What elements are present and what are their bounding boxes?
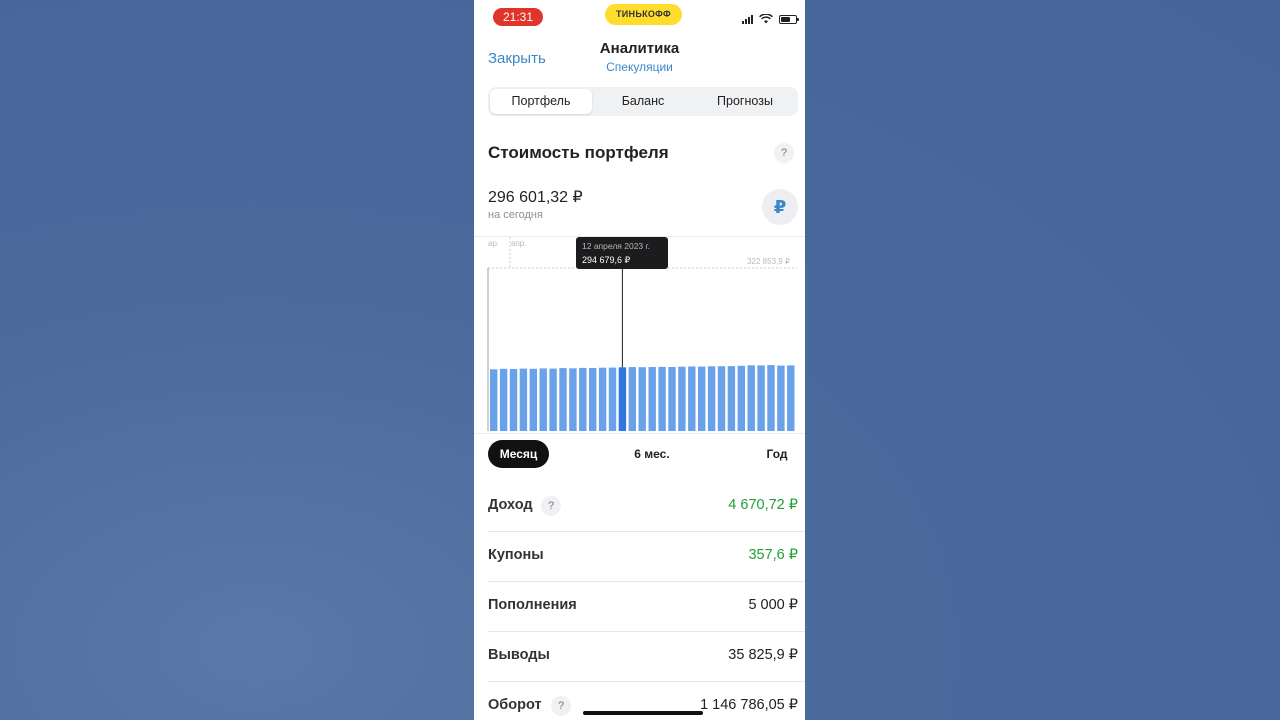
battery-icon [779, 14, 799, 24]
tooltip-value: 294 679,6 ₽ [582, 255, 631, 265]
help-icon[interactable]: ? [551, 696, 571, 716]
signal-icon [742, 14, 753, 24]
x-tick-label: ар. [488, 239, 499, 248]
page-subtitle[interactable]: Спекуляции [474, 60, 805, 74]
chart-bar [589, 368, 597, 431]
stat-row-withdrawals: Выводы 35 825,9 ₽ [488, 632, 805, 682]
chart-bar [678, 366, 686, 431]
portfolio-chart[interactable]: ар. апр. 322 853,9 ₽ 12 апреля 2023 г. 294… [474, 236, 805, 434]
status-icons [742, 13, 799, 25]
chart-bar [747, 365, 755, 431]
chart-bar [717, 366, 726, 431]
chart-bar [539, 368, 547, 431]
stat-label: Купоны [488, 547, 544, 563]
stat-row-coupons: Купоны 357,6 ₽ [488, 532, 805, 582]
portfolio-value: 296 601,32 ₽ [488, 189, 583, 206]
chart-bar [757, 365, 765, 431]
stat-value: 357,6 ₽ [748, 547, 798, 563]
wifi-icon [759, 14, 773, 24]
stat-row-deposits: Пополнения 5 000 ₽ [488, 582, 805, 632]
chart-tooltip: 12 апреля 2023 г. 294 679,6 ₽ [576, 237, 668, 269]
stat-label: Доход [488, 497, 533, 513]
chart-bar [787, 365, 795, 431]
chart-bar [509, 369, 518, 431]
page-title: Аналитика [599, 40, 680, 57]
chart-bar [579, 367, 587, 431]
chart-bar [668, 367, 676, 431]
chart-bar [638, 367, 646, 431]
chart-bar [737, 365, 745, 431]
chart-bar [559, 368, 567, 431]
tab-portfolio[interactable]: Портфель [490, 89, 592, 114]
stat-label: Выводы [488, 647, 550, 663]
chart-bar [628, 367, 636, 431]
max-value-label: 322 853,9 ₽ [747, 257, 790, 266]
tooltip-date: 12 апреля 2023 г. [582, 241, 650, 251]
chart-bar [490, 369, 498, 431]
help-icon[interactable]: ? [541, 496, 561, 516]
chart-bar [549, 368, 557, 431]
brand-logo: ТИНЬКОФФ [605, 4, 682, 25]
currency-switch-button[interactable]: ₽ [762, 189, 798, 225]
stat-value: 35 825,9 ₽ [728, 647, 798, 663]
home-indicator [583, 711, 703, 715]
chart-bar [658, 366, 666, 431]
segmented-tabs: Портфель Баланс Прогнозы [488, 87, 798, 116]
period-6-months-button[interactable]: 6 мес. [619, 440, 685, 468]
x-tick-label: апр. [511, 239, 526, 248]
stat-value: 1 146 786,05 ₽ [700, 697, 798, 713]
chart-bar [777, 365, 785, 431]
chart-bar [529, 368, 537, 431]
portfolio-value-caption: на сегодня [488, 209, 543, 221]
chart-bar [569, 368, 577, 431]
chart-bar [698, 366, 706, 431]
period-year-button[interactable]: Год [750, 440, 804, 468]
chart-bar [499, 368, 508, 431]
stat-row-income: Доход ? 4 670,72 ₽ [488, 482, 805, 532]
chart-bar [688, 366, 696, 431]
period-month-button[interactable]: Месяц [488, 440, 549, 468]
stat-value: 5 000 ₽ [748, 597, 798, 613]
tab-forecasts[interactable]: Прогнозы [694, 89, 796, 114]
tab-balance[interactable]: Баланс [592, 89, 694, 114]
chart-bar [707, 366, 716, 431]
stat-value: 4 670,72 ₽ [728, 497, 798, 513]
help-icon[interactable]: ? [774, 143, 794, 163]
chart-bar [767, 365, 775, 431]
chart-bar-selected [618, 367, 627, 431]
chart-bar [598, 367, 607, 431]
chart-bar [727, 366, 736, 431]
portfolio-value-title: Стоимость портфеля [488, 143, 669, 162]
status-time: 21:31 [493, 8, 543, 26]
stat-label: Оборот [488, 697, 542, 713]
stat-label: Пополнения [488, 597, 577, 613]
chart-bar [608, 367, 617, 431]
chart-bar [648, 367, 656, 431]
phone-screen: 21:31 ТИНЬКОФФ Закрыть Аналитика Спекуля… [474, 0, 805, 720]
chart-bar [519, 368, 528, 431]
